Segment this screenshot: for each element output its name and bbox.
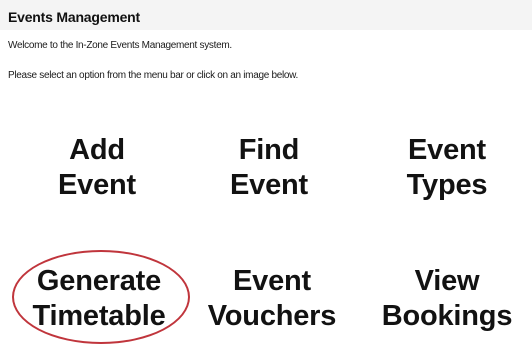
find-event-tile[interactable]: Find Event [214, 133, 324, 203]
add-event-tile[interactable]: Add Event [42, 133, 152, 203]
tile-label-line2: Timetable [32, 300, 166, 332]
event-vouchers-tile[interactable]: Event Vouchers [204, 264, 340, 334]
tile-label-line2: Event [58, 169, 136, 201]
tile-label-line1: Find [238, 134, 300, 166]
tile-label-line2: Bookings [381, 300, 513, 332]
page-title: Events Management [8, 9, 140, 25]
tile-label-line1: Event [408, 134, 486, 166]
tile-label-line2: Event [230, 169, 308, 201]
tile-label-line1: Add [69, 134, 125, 166]
generate-timetable-tile[interactable]: Generate Timetable [14, 264, 184, 334]
tile-label-line2: Types [406, 169, 488, 201]
view-bookings-tile[interactable]: View Bookings [372, 264, 522, 334]
tile-label-line1: Event [233, 265, 311, 297]
tile-label-line2: Vouchers [207, 300, 337, 332]
event-types-tile[interactable]: Event Types [388, 133, 506, 203]
welcome-text: Welcome to the In-Zone Events Management… [8, 40, 232, 51]
tile-label-line1: View [414, 265, 480, 297]
tile-label-line1: Generate [36, 265, 162, 297]
instruction-text: Please select an option from the menu ba… [8, 70, 299, 81]
